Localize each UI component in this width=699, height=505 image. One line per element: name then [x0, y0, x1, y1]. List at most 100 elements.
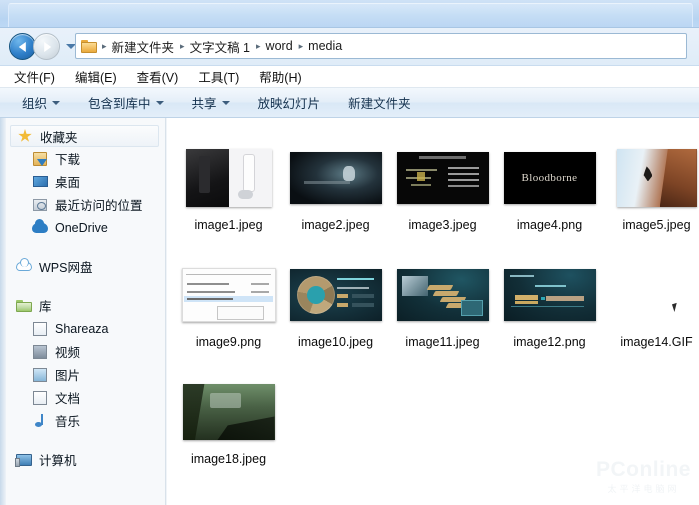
breadcrumb-item-3[interactable]: word: [263, 39, 296, 53]
file-list-view[interactable]: image1.jpeg image2.jpeg image3.jpeg Bloo…: [167, 118, 699, 505]
chevron-down-icon: [155, 100, 164, 105]
sidebar-item-computer[interactable]: 计算机: [0, 448, 165, 471]
video-icon: [32, 344, 49, 360]
share-button[interactable]: 共享: [192, 93, 230, 112]
share-label: 共享: [191, 97, 217, 111]
file-item[interactable]: image9.png: [175, 261, 282, 378]
sidebar-item-label: 库: [39, 300, 52, 314]
file-name: image14.GIF: [620, 335, 693, 349]
sidebar-item-onedrive[interactable]: OneDrive: [0, 216, 165, 239]
navigation-pane[interactable]: 收藏夹 下载 桌面 最近访问的位置 OneDrive WPS网盘 库 Share…: [0, 118, 166, 505]
breadcrumb-separator[interactable]: ▸: [177, 41, 187, 52]
breadcrumb-item-2[interactable]: 文字文稿 1: [187, 37, 253, 56]
file-name: image2.jpeg: [301, 218, 370, 232]
file-thumbnail: [396, 152, 489, 204]
star-icon: [17, 128, 34, 144]
sidebar-item-label: 桌面: [55, 176, 81, 190]
sidebar-item-recent-places[interactable]: 最近访问的位置: [0, 193, 165, 216]
sidebar-item-label: 下载: [55, 153, 81, 167]
file-item[interactable]: image5.jpeg: [603, 144, 699, 261]
sidebar-item-label: 收藏夹: [40, 130, 78, 145]
menu-view[interactable]: 查看(V): [137, 67, 179, 86]
sidebar-item-label: Shareaza: [55, 321, 109, 336]
back-button[interactable]: [9, 33, 36, 60]
thumbnail-wrap: [389, 144, 496, 212]
organize-label: 组织: [22, 97, 48, 111]
file-item[interactable]: image11.jpeg: [389, 261, 496, 378]
file-thumbnail: Bloodborne: [503, 152, 596, 204]
mouse-cursor-icon: [671, 301, 682, 313]
file-item[interactable]: Bloodborne image4.png: [496, 144, 603, 261]
thumbnail-wrap: [282, 144, 389, 212]
sidebar-item-shareaza[interactable]: Shareaza: [0, 317, 165, 340]
sidebar-item-favorites[interactable]: 收藏夹: [10, 125, 159, 147]
sidebar-item-pictures[interactable]: 图片: [0, 363, 165, 386]
pictures-icon: [32, 367, 49, 383]
sidebar-item-label: 文档: [55, 392, 81, 406]
nav-buttons: [9, 33, 76, 60]
breadcrumb-separator[interactable]: ▸: [296, 41, 306, 52]
file-item[interactable]: image10.jpeg: [282, 261, 389, 378]
file-item[interactable]: image14.GIF: [603, 261, 699, 378]
sidebar-item-label: 计算机: [39, 454, 77, 468]
file-item[interactable]: image12.png: [496, 261, 603, 378]
new-folder-button[interactable]: 新建文件夹: [348, 93, 411, 112]
menu-edit[interactable]: 编辑(E): [75, 67, 117, 86]
file-name: image4.png: [516, 218, 583, 232]
slideshow-button[interactable]: 放映幻灯片: [258, 93, 321, 112]
file-name: image10.jpeg: [297, 335, 374, 349]
file-item[interactable]: image1.jpeg: [175, 144, 282, 261]
sidebar-item-libraries[interactable]: 库: [0, 294, 165, 317]
chevron-down-icon: [221, 100, 230, 105]
body-area: 收藏夹 下载 桌面 最近访问的位置 OneDrive WPS网盘 库 Share…: [0, 118, 699, 505]
recent-places-icon: [32, 197, 49, 213]
sidebar-item-label: OneDrive: [55, 220, 108, 235]
thumbnail-wrap: [496, 261, 603, 329]
shareaza-icon: [32, 321, 49, 337]
file-item[interactable]: image3.jpeg: [389, 144, 496, 261]
include-in-library-button[interactable]: 包含到库中: [88, 93, 164, 112]
onedrive-cloud-icon: [32, 218, 49, 236]
file-item[interactable]: image18.jpeg: [175, 378, 282, 495]
explorer-window: ▸ 新建文件夹 ▸ 文字文稿 1 ▸ word ▸ media 文件(F) 编辑…: [0, 0, 699, 505]
breadcrumb-separator[interactable]: ▸: [253, 41, 263, 52]
wps-cloud-icon: [16, 257, 33, 275]
thumbnail-text: Bloodborne: [521, 172, 578, 184]
sidebar-item-downloads[interactable]: 下载: [0, 147, 165, 170]
command-toolbar: 组织 包含到库中 共享 放映幻灯片 新建文件夹: [0, 88, 699, 118]
title-bar[interactable]: [0, 0, 699, 28]
menu-help[interactable]: 帮助(H): [259, 67, 301, 86]
new-folder-label: 新建文件夹: [348, 97, 411, 111]
file-name: image3.jpeg: [408, 218, 477, 232]
breadcrumb-separator[interactable]: ▸: [99, 41, 109, 52]
desktop-icon: [32, 174, 49, 190]
breadcrumb-item-4[interactable]: media: [305, 39, 345, 53]
sidebar-item-documents[interactable]: 文档: [0, 386, 165, 409]
thumbnail-wrap: [282, 261, 389, 329]
include-in-library-label: 包含到库中: [88, 97, 151, 111]
file-thumbnail: [289, 269, 382, 321]
sidebar-item-wps-cloud[interactable]: WPS网盘: [0, 255, 165, 278]
sidebar-item-desktop[interactable]: 桌面: [0, 170, 165, 193]
menu-tools[interactable]: 工具(T): [198, 67, 239, 86]
sidebar-item-music[interactable]: 音乐: [0, 409, 165, 432]
title-bar-glass: [8, 3, 693, 27]
file-thumbnail: [182, 384, 275, 440]
sidebar-item-label: 音乐: [55, 415, 81, 429]
file-name: image5.jpeg: [622, 218, 691, 232]
thumbnail-wrap: Bloodborne: [496, 144, 603, 212]
computer-icon: [15, 452, 33, 468]
file-item[interactable]: image2.jpeg: [282, 144, 389, 261]
address-bar[interactable]: ▸ 新建文件夹 ▸ 文字文稿 1 ▸ word ▸ media: [75, 33, 687, 59]
menu-file[interactable]: 文件(F): [14, 67, 55, 86]
breadcrumb-item-1[interactable]: 新建文件夹: [109, 37, 178, 56]
file-thumbnail-missing: [611, 269, 699, 321]
sidebar-item-label: 最近访问的位置: [55, 199, 143, 213]
sidebar-item-videos[interactable]: 视频: [0, 340, 165, 363]
forward-button[interactable]: [33, 33, 60, 60]
file-thumbnail: [181, 268, 276, 322]
organize-button[interactable]: 组织: [22, 93, 61, 112]
arrow-left-icon: [18, 41, 26, 52]
